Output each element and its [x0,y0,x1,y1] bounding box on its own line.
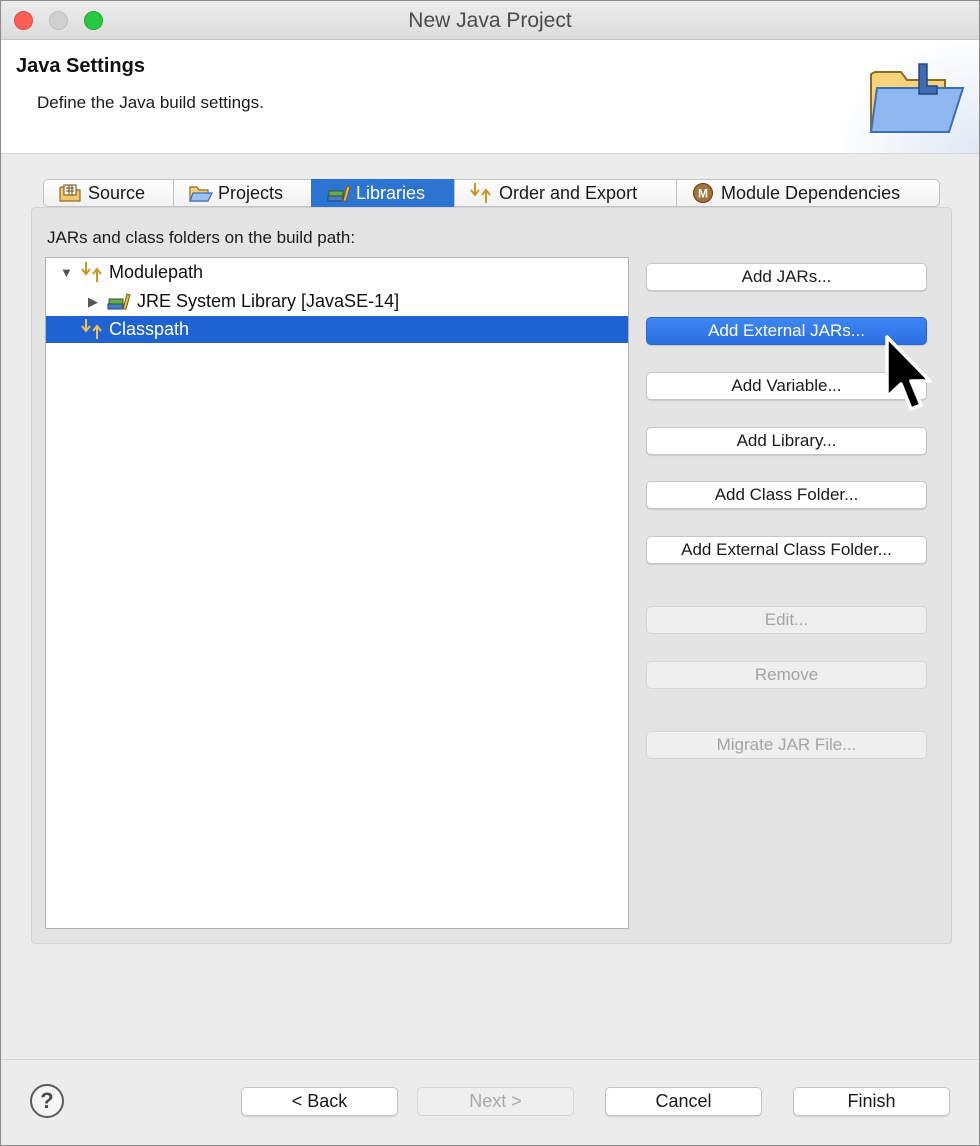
finish-button[interactable]: Finish [793,1087,950,1116]
tab-order-and-export-label: Order and Export [499,182,638,203]
tab-order-and-export[interactable]: Order and Export [454,179,676,207]
tree-item-modulepath[interactable]: ▼ Modulepath [46,259,628,286]
tab-module-dependencies-label: Module Dependencies [721,182,901,203]
wizard-header: Java Settings Define the Java build sett… [1,40,979,154]
expand-arrow-icon[interactable]: ▼ [60,265,73,280]
library-icon [107,293,131,310]
projects-folder-icon [189,186,213,202]
migrate-jar-file-button[interactable]: Migrate JAR File... [646,731,927,759]
edit-button[interactable]: Edit... [646,606,927,634]
tab-projects-label: Projects [218,182,284,203]
classpath-icon [81,319,102,339]
add-library-button[interactable]: Add Library... [646,427,927,455]
back-button[interactable]: < Back [241,1087,398,1116]
window-title: New Java Project [408,9,572,32]
libraries-icon [327,185,351,202]
add-jars-button[interactable]: Add JARs... [646,263,927,291]
modulepath-icon [81,262,102,282]
module-icon: M [693,183,713,203]
tab-libraries[interactable]: Libraries [311,179,454,207]
source-folder-icon [59,184,81,202]
build-path-label: JARs and class folders on the build path… [47,228,356,247]
tab-source[interactable]: Source [43,179,173,207]
order-export-icon [470,183,491,203]
title-bar[interactable]: New Java Project [1,1,979,40]
cancel-button[interactable]: Cancel [605,1087,762,1116]
svg-text:M: M [698,187,708,201]
add-external-class-folder-button[interactable]: Add External Class Folder... [646,536,927,564]
help-icon[interactable]: ? [30,1084,64,1118]
tree-item-label: Modulepath [109,262,204,282]
tab-module-dependencies[interactable]: M Module Dependencies [676,179,940,207]
tree-item-classpath[interactable]: Classpath [46,316,628,343]
tree-item-label: Classpath [109,319,190,339]
tree-item-label: JRE System Library [JavaSE-14] [137,291,400,311]
mouse-pointer-icon [885,335,932,411]
next-button[interactable]: Next > [417,1087,574,1116]
java-project-folder-icon [869,63,965,133]
add-class-folder-button[interactable]: Add Class Folder... [646,481,927,509]
tab-projects[interactable]: Projects [173,179,311,207]
tree-item-jre-system-library[interactable]: ▶ JRE System Library [JavaSE-14] [46,288,628,315]
page-description: Define the Java build settings. [37,93,264,112]
page-title: Java Settings [16,55,145,77]
build-path-tree[interactable]: ▼ Modulepath ▶ JRE System Library [JavaS… [45,257,629,929]
footer-divider [1,1059,979,1060]
collapse-arrow-icon[interactable]: ▶ [88,294,98,310]
remove-button[interactable]: Remove [646,661,927,689]
new-java-project-dialog: New Java Project Java Settings Define th… [0,0,980,1146]
tab-source-label: Source [88,182,146,203]
tab-libraries-label: Libraries [356,182,426,203]
